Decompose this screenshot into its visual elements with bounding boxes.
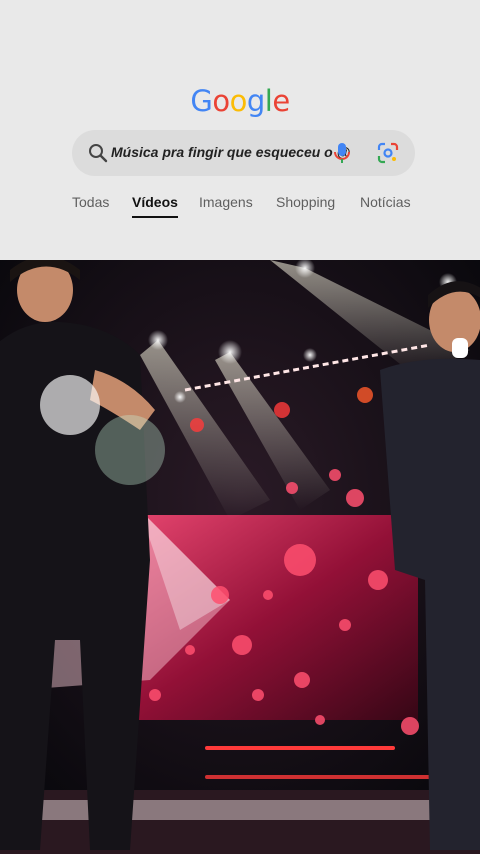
- logo-letter: g: [246, 84, 265, 118]
- tab-label: Vídeos: [132, 194, 178, 210]
- video-player[interactable]: [0, 260, 480, 854]
- logo-letter: o: [212, 84, 230, 118]
- tab-todas[interactable]: Todas: [72, 194, 109, 210]
- search-icon[interactable]: [88, 143, 108, 163]
- logo-letter: e: [272, 84, 290, 118]
- logo-letter: o: [229, 84, 248, 118]
- search-tabs: Todas Vídeos Imagens Shopping Notícias: [0, 194, 480, 224]
- google-logo: Google: [0, 84, 480, 118]
- search-query[interactable]: Música pra fingir que esqueceu o @: [111, 144, 350, 160]
- logo-letter: G: [190, 84, 213, 118]
- active-tab-indicator: [132, 216, 178, 218]
- tab-noticias[interactable]: Notícias: [360, 194, 411, 210]
- search-header: Google Música pra fingir que esqueceu o …: [0, 0, 480, 260]
- video-frame: [0, 260, 480, 854]
- tab-shopping[interactable]: Shopping: [276, 194, 335, 210]
- tab-imagens[interactable]: Imagens: [199, 194, 253, 210]
- tab-videos[interactable]: Vídeos: [132, 194, 178, 218]
- logo-letter: l: [264, 84, 273, 118]
- lens-icon[interactable]: [377, 142, 399, 164]
- search-bar[interactable]: Música pra fingir que esqueceu o @: [72, 130, 415, 176]
- mic-icon[interactable]: [332, 142, 352, 164]
